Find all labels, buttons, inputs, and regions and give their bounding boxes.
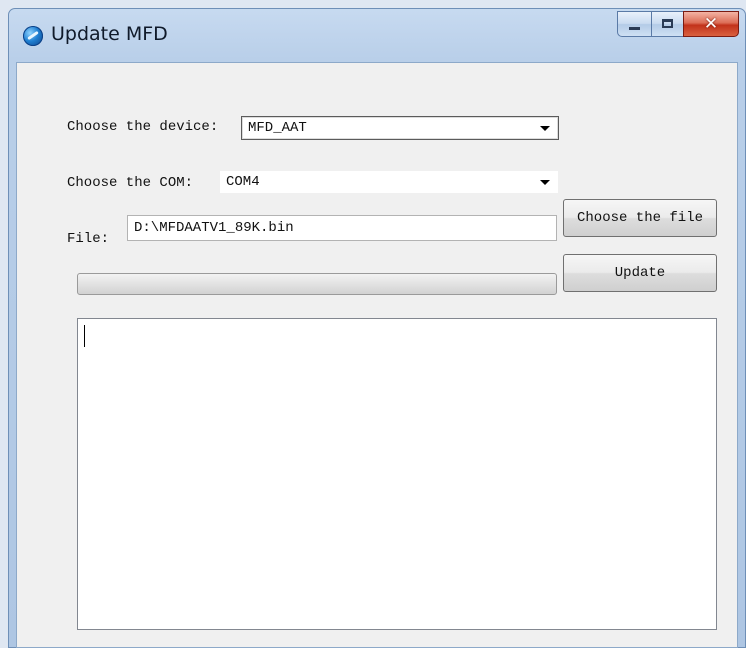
device-label: Choose the device:: [67, 119, 219, 135]
com-label: Choose the COM:: [67, 175, 194, 191]
text-caret: [84, 325, 85, 347]
close-icon: ✕: [703, 14, 719, 34]
app-window: Update MFD ✕ Choose the device: MFD_AAT …: [8, 8, 746, 648]
chevron-down-icon[interactable]: [540, 180, 550, 185]
file-path-field[interactable]: D:\MFDAATV1_89K.bin: [127, 215, 557, 241]
com-value: COM4: [226, 174, 260, 190]
file-label: File:: [67, 231, 110, 247]
com-dropdown[interactable]: COM4: [219, 170, 559, 194]
file-path-value: D:\MFDAATV1_89K.bin: [134, 220, 294, 236]
client-area: Choose the device: MFD_AAT Choose the CO…: [16, 62, 738, 648]
device-value: MFD_AAT: [248, 120, 307, 136]
device-dropdown[interactable]: MFD_AAT: [241, 116, 559, 140]
minimize-button[interactable]: [617, 11, 651, 37]
maximize-button[interactable]: [651, 11, 683, 37]
window-title: Update MFD: [51, 23, 168, 45]
maximize-icon: [662, 19, 673, 28]
chevron-down-icon[interactable]: [540, 126, 550, 131]
title-bar[interactable]: Update MFD ✕: [9, 9, 745, 61]
close-button[interactable]: ✕: [683, 11, 739, 37]
app-globe-icon: [23, 26, 43, 46]
log-output-area[interactable]: [77, 318, 717, 630]
minimize-icon: [629, 27, 640, 30]
progress-bar: [77, 273, 557, 295]
update-button[interactable]: Update: [563, 254, 717, 292]
choose-file-button[interactable]: Choose the file: [563, 199, 717, 237]
caption-buttons: ✕: [617, 11, 739, 39]
